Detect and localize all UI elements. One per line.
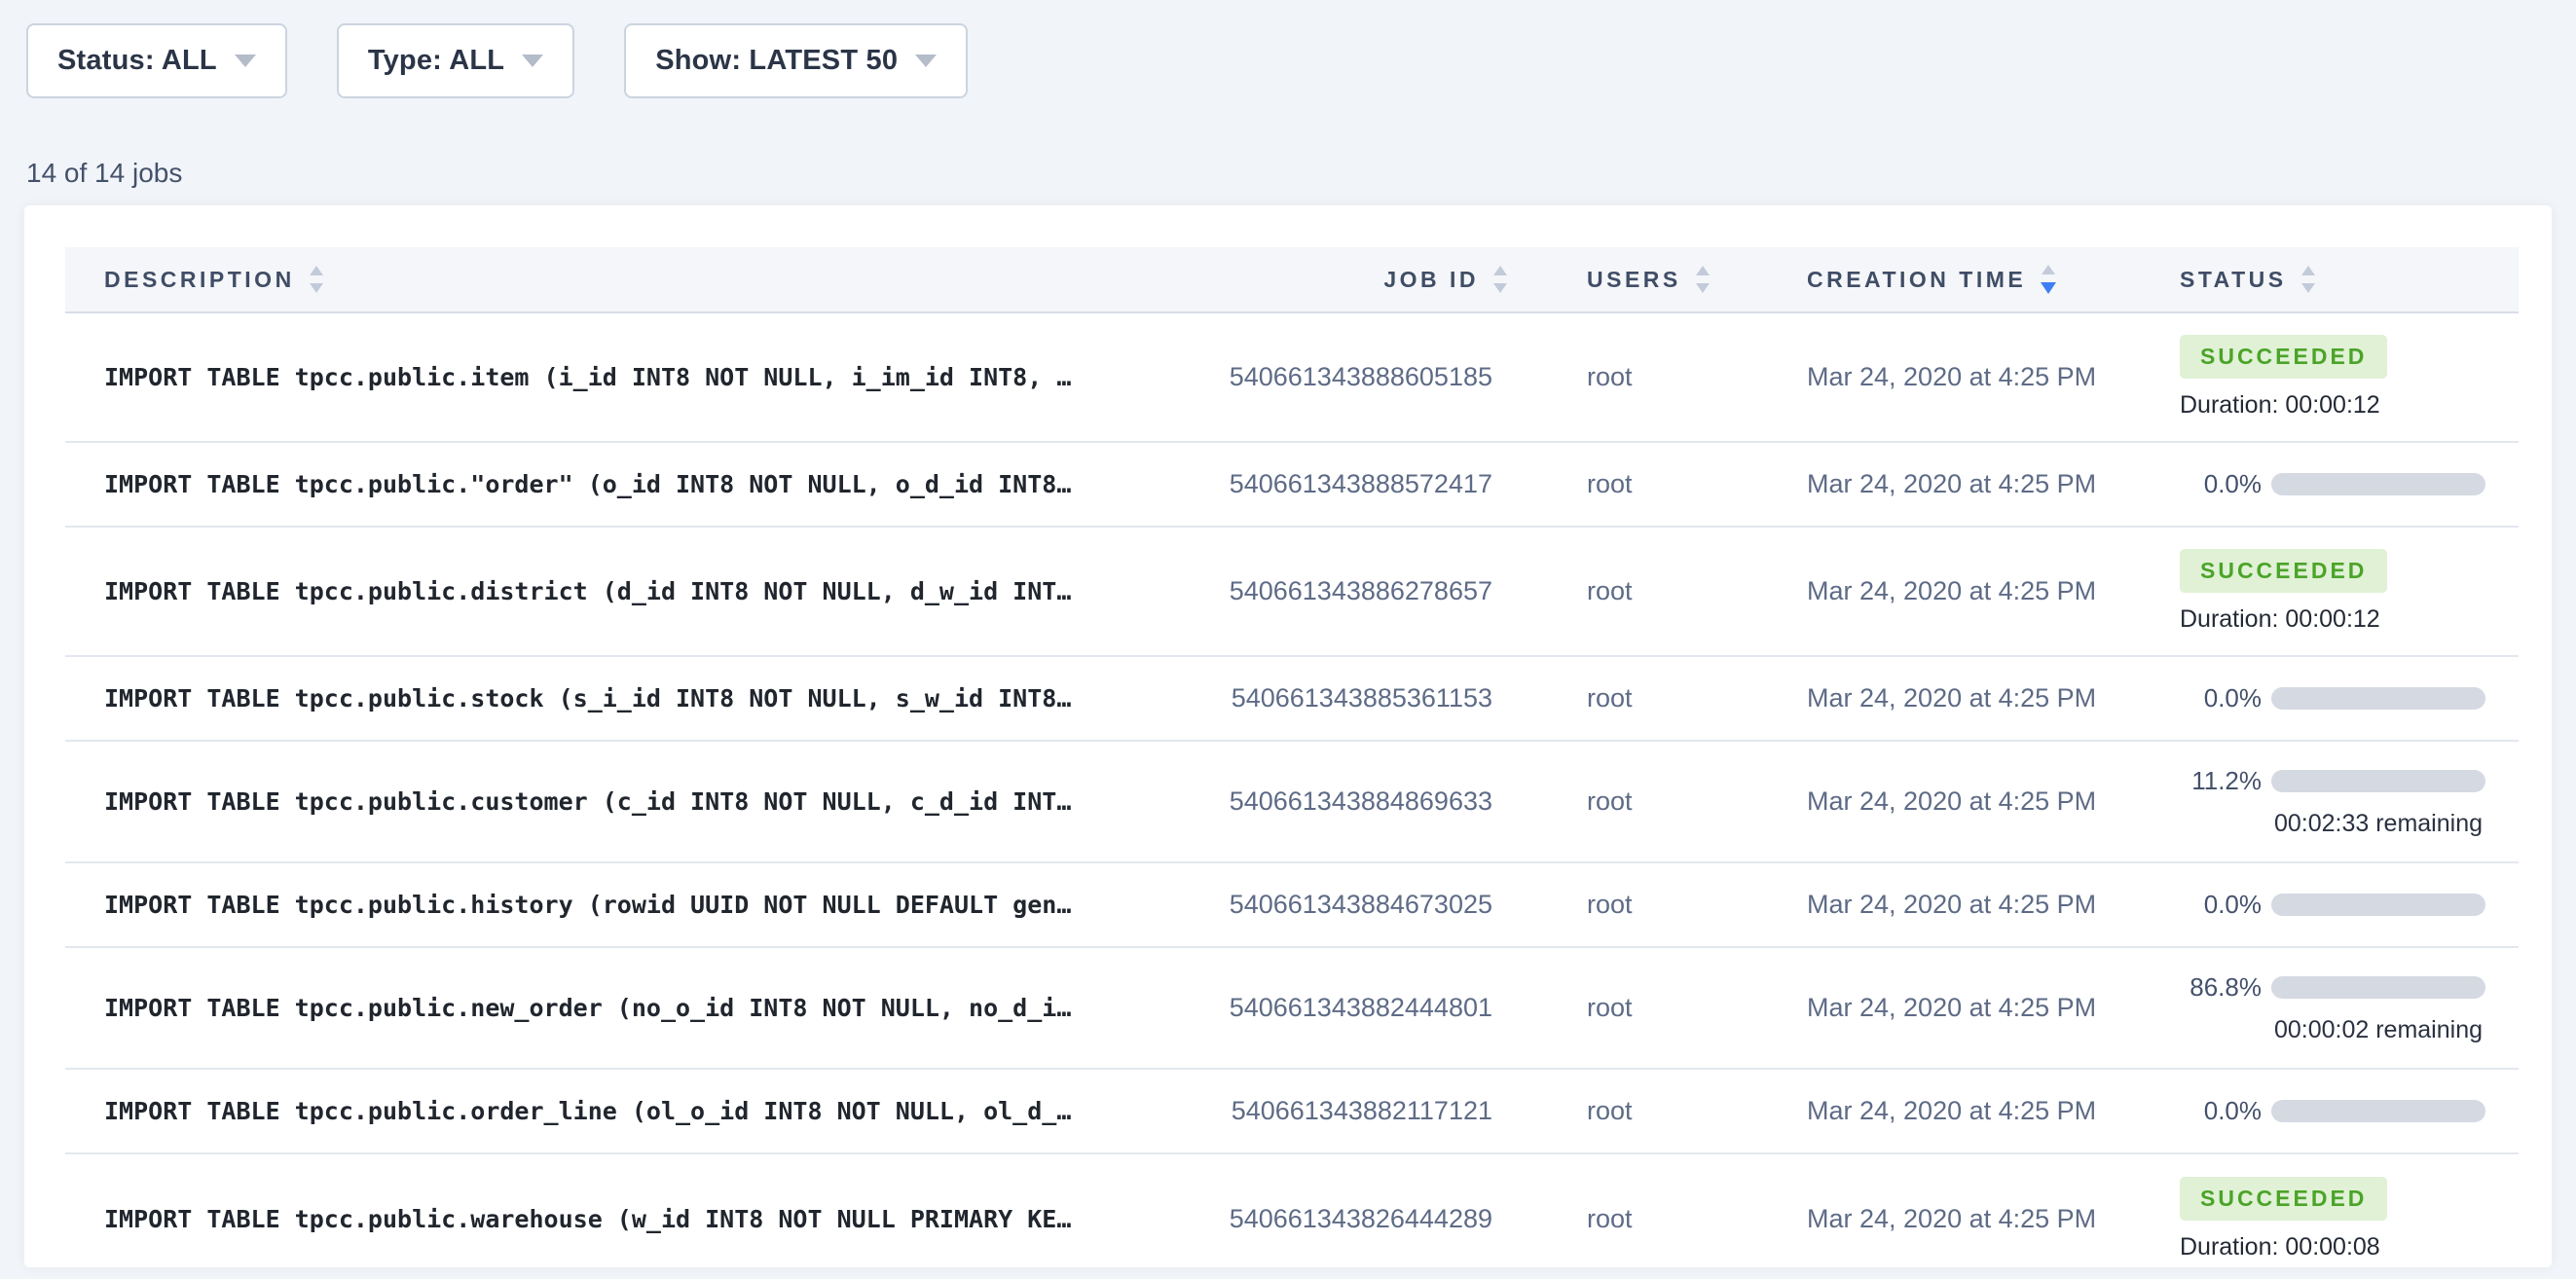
table-row: IMPORT TABLE tpcc.public.stock (s_i_id I… xyxy=(65,657,2519,742)
job-description: IMPORT TABLE tpcc.public.customer (c_id … xyxy=(104,787,1114,816)
job-user: root xyxy=(1587,576,1633,605)
job-description: IMPORT TABLE tpcc.public.stock (s_i_id I… xyxy=(104,684,1114,713)
job-user: root xyxy=(1587,683,1633,713)
job-description: IMPORT TABLE tpcc.public.warehouse (w_id… xyxy=(104,1205,1114,1233)
job-id: 540661343884673025 xyxy=(1230,890,1507,920)
job-user: root xyxy=(1587,362,1633,391)
job-id: 540661343888572417 xyxy=(1230,469,1507,499)
status-filter-dropdown[interactable]: Status: ALL xyxy=(26,23,287,98)
job-description: IMPORT TABLE tpcc.public.district (d_id … xyxy=(104,577,1114,605)
progress-bar xyxy=(2271,976,2485,999)
status-badge: SUCCEEDED xyxy=(2180,549,2387,593)
job-creation-time: Mar 24, 2020 at 4:25 PM xyxy=(1807,1096,2096,1125)
status-progress: 86.8% 00:00:02 remaining xyxy=(2180,972,2519,1044)
job-creation-time: Mar 24, 2020 at 4:25 PM xyxy=(1807,576,2096,605)
filter-bar: Status: ALL Type: ALL Show: LATEST 50 xyxy=(0,0,2576,98)
status-duration: Duration: 00:00:12 xyxy=(2180,605,2519,634)
job-creation-time: Mar 24, 2020 at 4:25 PM xyxy=(1807,683,2096,713)
job-id: 540661343886278657 xyxy=(1230,576,1507,606)
job-creation-time: Mar 24, 2020 at 4:25 PM xyxy=(1807,786,2096,816)
status-filter-label: Status: ALL xyxy=(57,45,217,77)
status-progress: 0.0% xyxy=(2180,469,2519,499)
progress-percent: 0.0% xyxy=(2180,469,2262,499)
table-row: IMPORT TABLE tpcc.public.new_order (no_o… xyxy=(65,948,2519,1070)
job-user: root xyxy=(1587,469,1633,498)
table-body: IMPORT TABLE tpcc.public.item (i_id INT8… xyxy=(65,313,2519,1267)
progress-bar xyxy=(2271,770,2485,792)
job-creation-time: Mar 24, 2020 at 4:25 PM xyxy=(1807,1204,2096,1233)
progress-bar xyxy=(2271,473,2485,495)
sort-icon xyxy=(1493,266,1507,293)
status-progress: 0.0% xyxy=(2180,890,2519,920)
jobs-count: 14 of 14 jobs xyxy=(26,158,2576,189)
job-id: 540661343884869633 xyxy=(1230,786,1507,817)
progress-remaining: 00:00:02 remaining xyxy=(2271,1016,2485,1044)
status-badge: SUCCEEDED xyxy=(2180,1177,2387,1221)
job-id: 540661343826444289 xyxy=(1230,1204,1507,1234)
progress-remaining: 00:02:33 remaining xyxy=(2271,810,2485,838)
job-id: 540661343888605185 xyxy=(1230,362,1507,392)
job-user: root xyxy=(1587,890,1633,919)
progress-bar xyxy=(2271,687,2485,710)
column-header-creation-time[interactable]: CREATION TIME xyxy=(1807,265,2180,294)
job-user: root xyxy=(1587,993,1633,1022)
progress-bar xyxy=(2271,1100,2485,1122)
table-row: IMPORT TABLE tpcc.public.order_line (ol_… xyxy=(65,1070,2519,1154)
caret-down-icon xyxy=(522,55,543,67)
type-filter-dropdown[interactable]: Type: ALL xyxy=(337,23,574,98)
column-header-status[interactable]: STATUS xyxy=(2180,266,2519,293)
sort-icon xyxy=(310,266,323,293)
job-creation-time: Mar 24, 2020 at 4:25 PM xyxy=(1807,890,2096,919)
progress-percent: 11.2% xyxy=(2180,766,2262,796)
progress-percent: 0.0% xyxy=(2180,683,2262,713)
table-row: IMPORT TABLE tpcc.public.history (rowid … xyxy=(65,863,2519,948)
job-user: root xyxy=(1587,786,1633,816)
job-user: root xyxy=(1587,1096,1633,1125)
column-header-job-id[interactable]: JOB ID xyxy=(1114,266,1507,293)
caret-down-icon xyxy=(915,55,937,67)
column-header-users[interactable]: USERS xyxy=(1507,266,1807,293)
job-description: IMPORT TABLE tpcc.public."order" (o_id I… xyxy=(104,470,1114,498)
sort-icon xyxy=(2041,265,2056,294)
progress-percent: 0.0% xyxy=(2180,1096,2262,1126)
job-creation-time: Mar 24, 2020 at 4:25 PM xyxy=(1807,469,2096,498)
status-succeeded: SUCCEEDED Duration: 00:00:12 xyxy=(2180,335,2519,420)
job-id: 540661343882444801 xyxy=(1230,993,1507,1023)
jobs-table-card: DESCRIPTION JOB ID USERS CREATION TIME S… xyxy=(24,205,2552,1267)
status-progress: 0.0% xyxy=(2180,1096,2519,1126)
table-row: IMPORT TABLE tpcc.public.customer (c_id … xyxy=(65,742,2519,863)
table-row: IMPORT TABLE tpcc.public.district (d_id … xyxy=(65,528,2519,657)
table-row: IMPORT TABLE tpcc.public."order" (o_id I… xyxy=(65,443,2519,528)
progress-percent: 86.8% xyxy=(2180,972,2262,1003)
type-filter-label: Type: ALL xyxy=(368,45,504,77)
progress-bar xyxy=(2271,894,2485,916)
caret-down-icon xyxy=(235,55,256,67)
table-row: IMPORT TABLE tpcc.public.item (i_id INT8… xyxy=(65,313,2519,443)
job-creation-time: Mar 24, 2020 at 4:25 PM xyxy=(1807,362,2096,391)
status-duration: Duration: 00:00:12 xyxy=(2180,391,2519,420)
job-description: IMPORT TABLE tpcc.public.order_line (ol_… xyxy=(104,1097,1114,1125)
progress-percent: 0.0% xyxy=(2180,890,2262,920)
table-row: IMPORT TABLE tpcc.public.warehouse (w_id… xyxy=(65,1154,2519,1267)
status-duration: Duration: 00:00:08 xyxy=(2180,1233,2519,1261)
sort-icon xyxy=(2301,266,2315,293)
status-progress: 0.0% xyxy=(2180,683,2519,713)
status-progress: 11.2% 00:02:33 remaining xyxy=(2180,766,2519,838)
job-description: IMPORT TABLE tpcc.public.new_order (no_o… xyxy=(104,994,1114,1022)
status-badge: SUCCEEDED xyxy=(2180,335,2387,379)
job-description: IMPORT TABLE tpcc.public.history (rowid … xyxy=(104,891,1114,919)
show-filter-dropdown[interactable]: Show: LATEST 50 xyxy=(624,23,968,98)
job-description: IMPORT TABLE tpcc.public.item (i_id INT8… xyxy=(104,363,1114,391)
column-header-description[interactable]: DESCRIPTION xyxy=(104,266,1114,293)
status-succeeded: SUCCEEDED Duration: 00:00:08 xyxy=(2180,1177,2519,1261)
status-succeeded: SUCCEEDED Duration: 00:00:12 xyxy=(2180,549,2519,634)
job-id: 540661343882117121 xyxy=(1232,1096,1507,1126)
sort-icon xyxy=(1696,266,1710,293)
job-creation-time: Mar 24, 2020 at 4:25 PM xyxy=(1807,993,2096,1022)
job-user: root xyxy=(1587,1204,1633,1233)
show-filter-label: Show: LATEST 50 xyxy=(655,45,898,77)
job-id: 540661343885361153 xyxy=(1232,683,1507,713)
table-header-row: DESCRIPTION JOB ID USERS CREATION TIME S… xyxy=(65,247,2519,313)
